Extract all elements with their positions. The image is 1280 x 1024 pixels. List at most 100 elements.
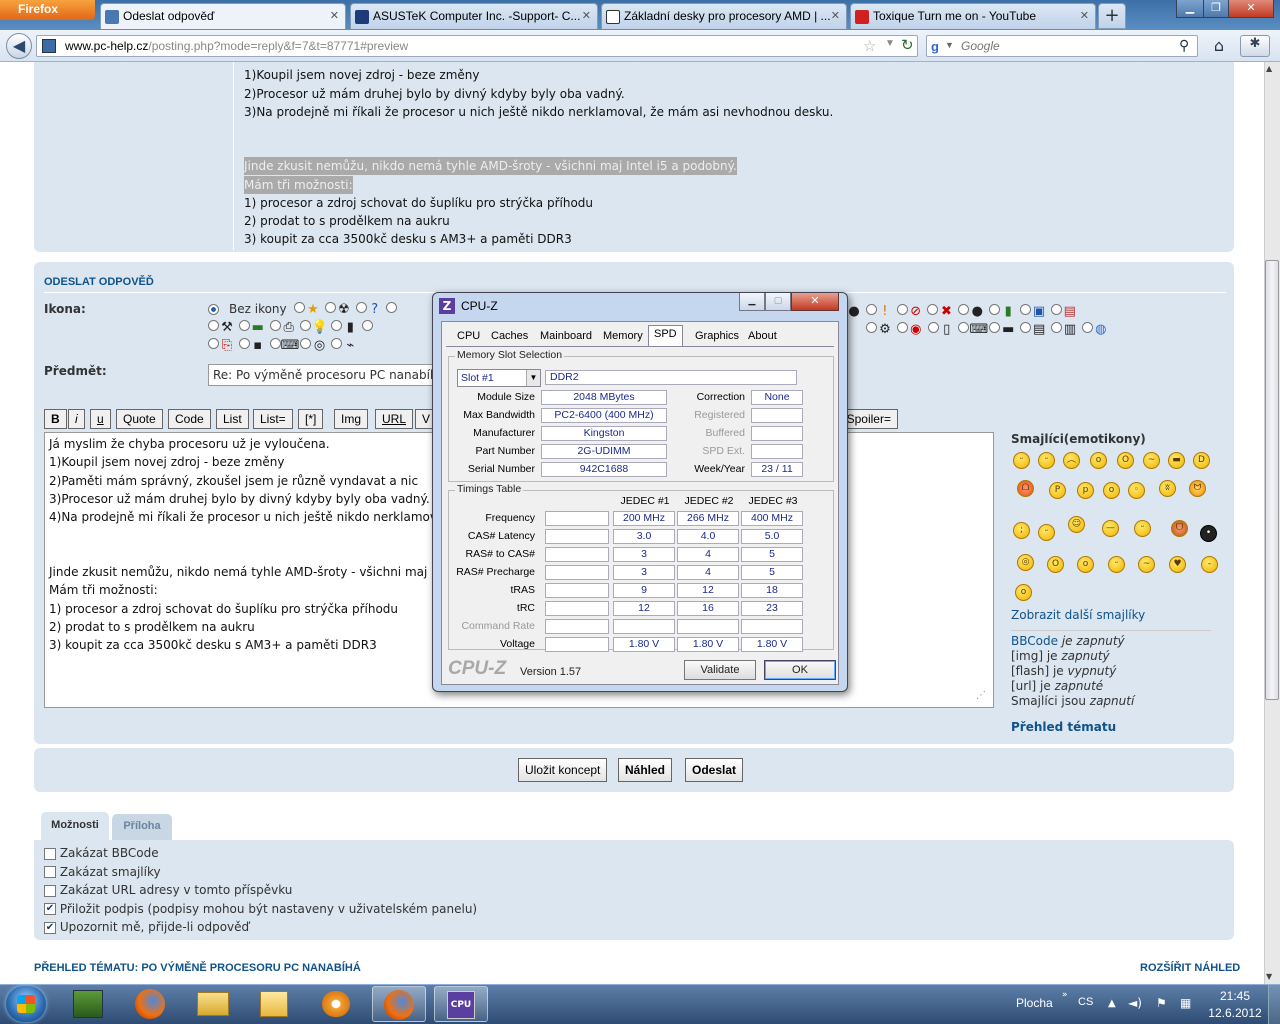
dance-icon[interactable]: ᵕ [1134, 520, 1151, 537]
icon-radio[interactable] [989, 304, 1001, 315]
icon-radio[interactable] [1050, 304, 1062, 315]
preview-button[interactable]: Náhled [618, 758, 673, 782]
clock-date[interactable]: 12.6.2012 [1204, 1006, 1266, 1020]
crazy-icon[interactable]: ◎ [1017, 554, 1034, 571]
chevron-down-icon[interactable]: ▼ [526, 370, 540, 386]
url-button[interactable]: URL [375, 409, 414, 429]
hmm-icon[interactable]: ᵕ [1108, 556, 1125, 573]
razz-icon[interactable]: P [1049, 482, 1066, 499]
eek-icon[interactable]: O [1117, 452, 1134, 469]
icon-radio[interactable] [1019, 304, 1031, 315]
blink-icon[interactable]: - [1201, 556, 1218, 573]
laugh-icon[interactable]: D [1193, 452, 1210, 469]
url-bar[interactable]: www.pc-help.cz/posting.php?mode=reply&f=… [36, 35, 918, 57]
icon-radio[interactable] [866, 322, 877, 333]
slot-select[interactable]: Slot #1 ▼ [457, 369, 541, 387]
bbcode-link[interactable]: BBCode [1011, 634, 1058, 648]
list-button[interactable]: List [216, 409, 249, 429]
submit-button[interactable]: Odeslat [685, 758, 744, 782]
quote-button[interactable]: Quote [116, 409, 163, 429]
checkbox[interactable] [44, 847, 56, 860]
grin-icon[interactable]: ᵕ [1038, 452, 1055, 469]
taskbar-app[interactable] [62, 986, 116, 1022]
more-smilies-link[interactable]: Zobrazit další smajlíky [1011, 608, 1145, 622]
cpuz-tab-graphics[interactable]: Graphics [690, 328, 744, 346]
img-button[interactable]: Img [334, 409, 369, 429]
tab-asus[interactable]: ASUSTeK Computer Inc. -Support- C... ✕ [350, 3, 598, 29]
roll-icon[interactable]: ◦ [1128, 482, 1145, 499]
checkbox-checked[interactable]: ✔ [44, 921, 56, 934]
surprised-icon[interactable]: o [1090, 452, 1107, 469]
icon-radio[interactable] [1050, 322, 1062, 333]
search-input[interactable]: g ▼ Google ⚲ [926, 35, 1198, 57]
close-icon[interactable]: ✕ [330, 9, 339, 22]
icon-radio[interactable] [355, 302, 367, 313]
reload-icon[interactable]: ↻ [901, 36, 914, 54]
icon-radio[interactable] [958, 322, 970, 333]
cool-icon[interactable]: ▬ [1168, 452, 1185, 469]
cpuz-minimize-button[interactable]: ▁ [739, 293, 765, 311]
taskbar-app-active[interactable] [372, 986, 426, 1022]
new-tab-button[interactable]: + [1098, 3, 1126, 29]
checkbox[interactable] [44, 884, 56, 897]
icon-radio[interactable] [386, 302, 398, 313]
close-icon[interactable]: ✕ [831, 9, 840, 22]
tongue-icon[interactable]: p [1077, 482, 1094, 499]
icon-radio[interactable] [927, 304, 939, 315]
icon-radio[interactable] [269, 320, 281, 331]
icon-radio[interactable] [896, 304, 908, 315]
home-icon[interactable]: ⌂ [1208, 36, 1230, 56]
shock-icon[interactable]: o [1077, 556, 1094, 573]
tab-youtube[interactable]: Toxique Turn me on - YouTube ✕ [850, 3, 1096, 29]
checkbox-checked[interactable]: ✔ [44, 903, 56, 915]
scrollbar-thumb[interactable] [1265, 260, 1279, 700]
thinking-icon[interactable]: ~ [1138, 556, 1155, 573]
close-window-button[interactable]: ✕ [1228, 0, 1274, 18]
icon-radio[interactable] [300, 320, 312, 331]
cpuz-tab-mainboard[interactable]: Mainboard [535, 328, 597, 346]
cpuz-tab-cpu[interactable]: CPU [452, 328, 485, 346]
desktop-toolbar[interactable]: Plocha [1016, 996, 1053, 1010]
taskbar-app[interactable] [124, 986, 178, 1022]
icon-radio[interactable] [958, 304, 970, 315]
icon-radio[interactable] [238, 338, 250, 349]
tab-odeslat[interactable]: Odeslat odpověď ✕ [100, 3, 346, 29]
save-draft-button[interactable]: Uložit koncept [518, 758, 608, 782]
chevron-icon[interactable]: » [1062, 990, 1068, 1000]
cpuz-tab-caches[interactable]: Caches [486, 328, 533, 346]
icon-radio[interactable] [896, 322, 908, 333]
validate-button[interactable]: Validate [684, 660, 756, 680]
minimize-button[interactable]: ▁ [1176, 0, 1204, 18]
back-button[interactable]: ◀ [6, 33, 32, 59]
option-item[interactable]: Zakázat URL adresy v tomto příspěvku [44, 881, 477, 900]
icon-radio[interactable] [294, 302, 305, 313]
network-icon[interactable]: ▦ [1180, 996, 1191, 1010]
taskbar-app[interactable] [186, 986, 240, 1022]
bold-button[interactable]: B [44, 409, 67, 429]
whistle-icon[interactable]: o [1015, 584, 1032, 601]
checkbox[interactable] [44, 866, 56, 878]
no-icon-radio[interactable] [208, 304, 219, 318]
search-icon[interactable]: ⚲ [1179, 37, 1189, 54]
code-button[interactable]: Code [168, 409, 211, 429]
expand-view-link[interactable]: ROZŠÍŘIT NÁHLED [1140, 962, 1240, 974]
cpuz-tab-spd[interactable]: SPD [648, 325, 683, 347]
twisted-icon[interactable]: ʬ [1159, 480, 1176, 497]
idea-icon[interactable]: ᵕ [1038, 524, 1055, 541]
oops-icon[interactable]: o [1103, 482, 1120, 499]
action-center-icon[interactable]: ⚑ [1156, 996, 1167, 1010]
tab-attachment[interactable]: Příloha [112, 814, 172, 840]
list-item-button[interactable]: [*] [298, 409, 324, 429]
love-icon[interactable]: ♥ [1169, 556, 1186, 573]
cpuz-tab-memory[interactable]: Memory [598, 328, 648, 346]
smile-icon[interactable]: ᵕ [1013, 452, 1030, 469]
scared-icon[interactable]: O [1047, 556, 1064, 573]
icon-radio[interactable] [1020, 322, 1032, 333]
volume-icon[interactable]: ◄) [1128, 996, 1142, 1010]
confused-icon[interactable]: ~ [1143, 452, 1160, 469]
taskbar-app[interactable] [310, 986, 364, 1022]
icon-radio[interactable] [269, 338, 281, 349]
clock-time[interactable]: 21:45 [1210, 989, 1260, 1003]
cpuz-close-button[interactable]: ✕ [791, 293, 839, 311]
icon-radio[interactable] [300, 338, 312, 349]
